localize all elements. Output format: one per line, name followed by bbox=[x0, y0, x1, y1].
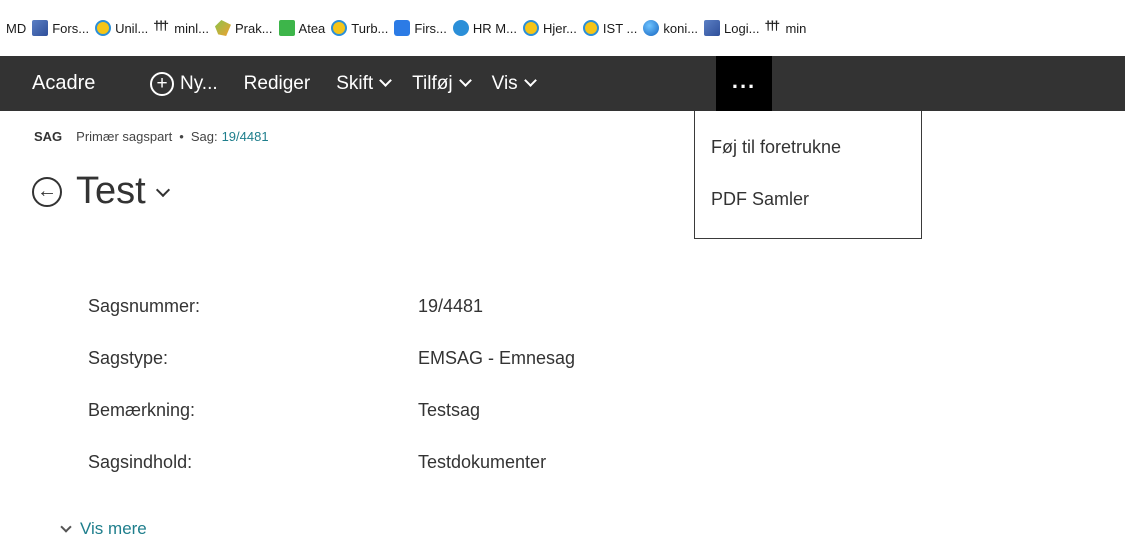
favorite-item[interactable]: koni... bbox=[643, 20, 698, 36]
detail-value: Testdokumenter bbox=[418, 452, 547, 472]
detail-label: Bemærkning: bbox=[88, 400, 196, 420]
favorite-label: koni... bbox=[663, 20, 699, 36]
menu-item-pdf-collector[interactable]: PDF Samler bbox=[695, 189, 921, 241]
favorite-item[interactable]: Fors... bbox=[32, 20, 89, 36]
breadcrumb-case-link[interactable]: 19/4481 bbox=[222, 129, 269, 144]
detail-row: Sagstype: EMSAG - Emnesag bbox=[88, 348, 788, 400]
switch-label: Skift bbox=[336, 72, 374, 94]
favorites-bar: MD Fors... Unil... minl... Prak... Atea … bbox=[0, 0, 1125, 56]
breadcrumb-separator: • bbox=[179, 129, 184, 144]
chevron-down-icon bbox=[379, 74, 393, 87]
favorite-item[interactable]: Hjer... bbox=[522, 20, 577, 36]
chevron-down-icon[interactable] bbox=[155, 182, 170, 197]
favorite-label: Prak... bbox=[234, 20, 273, 36]
favorite-item[interactable]: HR M... bbox=[452, 20, 517, 36]
favorite-item[interactable]: Prak... bbox=[214, 20, 273, 36]
favorite-item[interactable]: Unil... bbox=[95, 20, 148, 36]
favorite-item[interactable]: Logi... bbox=[704, 20, 759, 36]
new-label: Ny... bbox=[180, 72, 218, 94]
favorite-label: minl... bbox=[174, 20, 209, 36]
show-more-label: Vis mere bbox=[80, 519, 147, 538]
edit-button[interactable]: Rediger bbox=[244, 56, 311, 111]
favorite-label: Logi... bbox=[724, 20, 760, 36]
more-actions-menu: Føj til foretrukne PDF Samler bbox=[694, 111, 922, 239]
back-arrow-icon[interactable]: ← bbox=[32, 176, 62, 207]
favorite-item[interactable]: minl... bbox=[153, 18, 209, 36]
app-brand[interactable]: Acadre bbox=[0, 72, 142, 95]
hr-icon bbox=[452, 20, 469, 36]
add-label: Tilføj bbox=[412, 72, 453, 94]
favorite-label: HR M... bbox=[472, 20, 517, 36]
ie-icon bbox=[582, 20, 599, 36]
people-icon bbox=[764, 18, 781, 36]
ie-icon bbox=[331, 20, 348, 36]
plus-circle-icon: + bbox=[150, 71, 174, 96]
favorite-item[interactable]: Turb... bbox=[331, 20, 388, 36]
add-menu[interactable]: Tilføj bbox=[412, 56, 472, 111]
menu-item-add-favorite[interactable]: Føj til foretrukne bbox=[695, 137, 921, 189]
view-label: Vis bbox=[491, 72, 518, 94]
globe-icon bbox=[643, 20, 660, 36]
favorite-label: Turb... bbox=[351, 20, 389, 36]
detail-label: Sagsindhold: bbox=[88, 452, 193, 472]
leaf-icon bbox=[214, 20, 231, 36]
favorite-item[interactable]: Atea bbox=[278, 20, 326, 36]
show-more-link[interactable]: Vis mere bbox=[60, 519, 147, 539]
favorite-label: Firs... bbox=[414, 20, 447, 36]
detail-value: EMSAG - Emnesag bbox=[418, 348, 576, 368]
view-menu[interactable]: Vis bbox=[491, 56, 537, 111]
chevron-down-icon bbox=[458, 74, 472, 87]
chevron-down-icon bbox=[60, 520, 72, 533]
p-icon bbox=[394, 20, 411, 36]
breadcrumb-tag: SAG bbox=[34, 129, 63, 144]
top-nav-bar: Acadre + Ny... Rediger Skift Tilføj Vis … bbox=[0, 56, 1125, 111]
atea-icon bbox=[278, 20, 295, 36]
people-icon bbox=[153, 18, 170, 36]
title-row: ← Test bbox=[32, 170, 170, 213]
ie-icon bbox=[95, 20, 112, 36]
detail-value: Testsag bbox=[418, 400, 481, 420]
favorite-item[interactable]: IST ... bbox=[582, 20, 638, 36]
detail-row: Bemærkning: Testsag bbox=[88, 400, 788, 452]
switch-menu[interactable]: Skift bbox=[336, 56, 393, 111]
favorite-label: Fors... bbox=[52, 20, 90, 36]
detail-value: 19/4481 bbox=[418, 296, 484, 316]
favorite-label: Unil... bbox=[115, 20, 149, 36]
detail-label: Sagsnummer: bbox=[88, 296, 201, 316]
more-actions-button[interactable]: ... bbox=[716, 56, 772, 111]
favorite-item[interactable]: Firs... bbox=[394, 20, 447, 36]
ie-icon bbox=[522, 20, 539, 36]
favorite-item[interactable]: min bbox=[764, 18, 807, 36]
favorite-label: Atea bbox=[298, 20, 326, 36]
edit-label: Rediger bbox=[243, 72, 311, 94]
detail-label: Sagstype: bbox=[88, 348, 169, 368]
detail-row: Sagsindhold: Testdokumenter bbox=[88, 452, 788, 504]
favorite-label: MD bbox=[6, 20, 27, 36]
favorite-label: Hjer... bbox=[542, 20, 577, 36]
favorite-label: IST ... bbox=[602, 20, 638, 36]
chevron-down-icon bbox=[523, 74, 537, 87]
favorite-label: min bbox=[785, 20, 807, 36]
new-button[interactable]: + Ny... bbox=[150, 56, 218, 111]
case-details: Sagsnummer: 19/4481 Sagstype: EMSAG - Em… bbox=[88, 296, 788, 504]
shield-icon bbox=[32, 20, 49, 36]
breadcrumb-party: Primær sagspart bbox=[76, 129, 173, 144]
favorite-item[interactable]: MD bbox=[6, 21, 26, 36]
page-title: Test bbox=[76, 170, 146, 212]
breadcrumb: SAG Primær sagspart • Sag: 19/4481 bbox=[34, 129, 269, 144]
breadcrumb-case-prefix: Sag: bbox=[190, 129, 218, 144]
detail-row: Sagsnummer: 19/4481 bbox=[88, 296, 788, 348]
shield-icon bbox=[704, 20, 721, 36]
